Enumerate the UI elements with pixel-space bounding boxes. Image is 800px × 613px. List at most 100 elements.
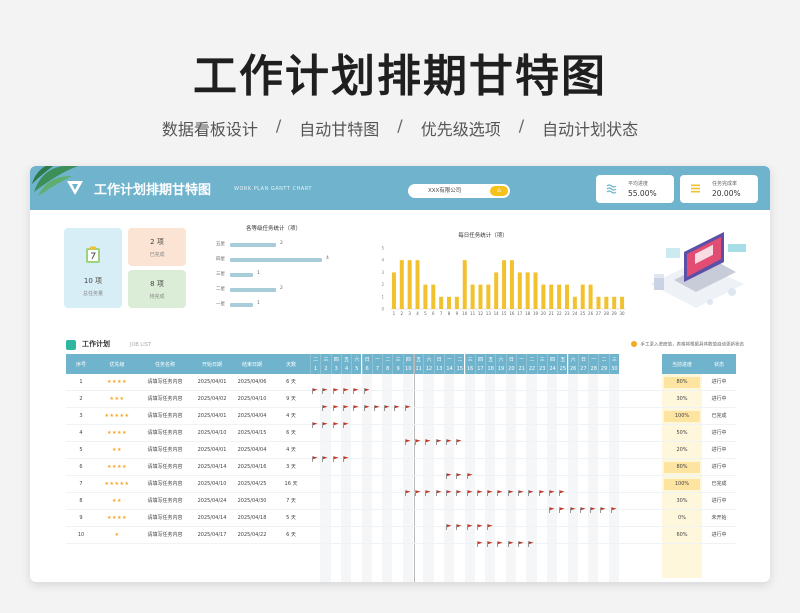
row-status: 进行中: [711, 498, 727, 504]
daily-bar: [517, 272, 522, 309]
row-no: 3: [79, 413, 83, 419]
flag-icon: [425, 430, 431, 445]
row-progress[interactable]: 0%: [664, 513, 700, 524]
daily-bar: [533, 272, 538, 309]
row-days: 6 天: [286, 379, 296, 385]
table-row[interactable]: 6 ★★★★ 请填写任务内容 2025/04/14 2025/04/16 3 天 进行中 80…: [66, 459, 736, 479]
row-end-date: 2025/04/04: [237, 413, 267, 419]
flag-icon: [456, 515, 462, 530]
flag-icon: [446, 464, 452, 479]
table-row[interactable]: 2 ★★★ 请填写任务内容 2025/04/02 2025/04/10 9 天 进行中 30%: [66, 391, 736, 411]
row-priority: ★★★★: [107, 515, 127, 521]
table-row[interactable]: 7 ★★★★★ 请填写任务内容 2025/04/10 2025/04/25 16 天 已完成…: [66, 476, 736, 496]
row-task-name[interactable]: 请填写任务内容: [138, 391, 192, 408]
y-tick-label: 5: [381, 246, 384, 251]
flag-icon: [394, 396, 400, 411]
weekday-header: 二: [598, 354, 609, 364]
row-priority: ★★: [112, 447, 122, 453]
weekday-header: 六: [423, 354, 434, 364]
daily-bar: [494, 272, 499, 309]
row-days: 4 天: [286, 447, 296, 453]
row-priority: ★★★: [109, 396, 125, 402]
row-progress[interactable]: 80%: [664, 377, 700, 388]
priority-category-label: 二星: [216, 287, 225, 292]
daily-bar: [612, 296, 617, 309]
row-progress[interactable]: 100%: [664, 411, 700, 422]
day-header: 28: [588, 364, 599, 374]
weekday-header: 二: [310, 354, 321, 364]
table-row[interactable]: 5 ★★ 请填写任务内容 2025/04/01 2025/04/04 4 天 进行中 20%: [66, 442, 736, 462]
x-tick-label: 8: [448, 311, 451, 316]
weekday-header: 日: [433, 354, 444, 364]
row-end-date: 2025/04/16: [237, 464, 267, 470]
flag-icon: [322, 396, 328, 411]
row-task-name[interactable]: 请填写任务内容: [138, 493, 192, 510]
row-task-name[interactable]: 请填写任务内容: [138, 527, 192, 544]
y-tick-label: 3: [381, 270, 384, 275]
dashboard-subtitle: WORK PLAN GANTT CHART: [234, 186, 312, 192]
flag-icon: [487, 481, 493, 496]
x-tick-label: 28: [604, 311, 610, 316]
row-status: 进行中: [711, 532, 727, 538]
table-row[interactable]: 4 ★★★★ 请填写任务内容 2025/04/10 2025/04/15 6 天 进行中 50…: [66, 425, 736, 445]
row-progress[interactable]: 80%: [664, 462, 700, 473]
feature-item: 自动计划状态: [542, 120, 639, 139]
todo-tasks-tile: 8 项 待完成: [128, 270, 186, 308]
kpi-completion-rate: 任务完成率 20.00%: [680, 175, 758, 203]
clipboard-icon: [86, 246, 100, 263]
row-progress[interactable]: 20%: [664, 445, 700, 456]
row-progress[interactable]: 30%: [664, 496, 700, 507]
row-progress[interactable]: 100%: [664, 479, 700, 490]
day-header: 14: [443, 364, 455, 374]
row-status: 进行中: [711, 447, 727, 453]
weekday-header: 二: [454, 354, 465, 364]
row-progress[interactable]: 30%: [664, 394, 700, 405]
table-row[interactable]: 9 ★★★★ 请填写任务内容 2025/04/14 2025/04/18 5 天 未开始 0%: [66, 510, 736, 530]
flag-icon: [466, 481, 473, 496]
row-task-name[interactable]: 请填写任务内容: [138, 374, 192, 391]
priority-bar-row: 二星 2: [216, 285, 336, 295]
flag-icon: [332, 447, 339, 462]
row-task-name[interactable]: 请填写任务内容: [138, 459, 192, 476]
x-tick-label: 2: [401, 311, 404, 316]
row-task-name[interactable]: 请填写任务内容: [138, 510, 192, 527]
table-row[interactable]: 8 ★★ 请填写任务内容 2025/04/24 2025/04/30 7 天 进行中 30%: [66, 493, 736, 513]
row-no: 7: [79, 481, 83, 487]
flag-icon: [538, 481, 545, 496]
daily-bar: [470, 284, 475, 309]
day-header: 25: [557, 364, 568, 374]
flag-icon: [456, 430, 462, 445]
flag-icon: [312, 379, 318, 394]
x-tick-label: 3: [408, 311, 411, 316]
day-header: 29: [598, 364, 609, 374]
row-progress[interactable]: 50%: [664, 428, 700, 439]
row-end-date: 2025/04/22: [237, 532, 267, 538]
row-task-name[interactable]: 请填写任务内容: [138, 442, 192, 459]
flag-icon: [487, 515, 493, 530]
row-status: 已完成: [711, 413, 727, 419]
flag-icon: [507, 532, 514, 547]
day-header: 27: [577, 364, 589, 374]
dashboard-header: 工作计划排期甘特图 WORK PLAN GANTT CHART XXX有限公司 …: [30, 166, 770, 210]
row-task-name[interactable]: 请填写任务内容: [138, 425, 192, 442]
priority-value-label: 1: [257, 271, 260, 276]
priority-category-label: 五星: [216, 242, 225, 247]
flag-icon: [600, 498, 606, 513]
table-row[interactable]: 10 ★ 请填写任务内容 2025/04/17 2025/04/22 6 天 进行中 60%: [66, 527, 736, 547]
daily-bar: [509, 260, 514, 309]
priority-bar-row: 四星 4: [216, 255, 336, 265]
y-tick-label: 2: [381, 282, 384, 287]
company-selector[interactable]: XXX有限公司 ⌂: [408, 184, 510, 198]
row-task-name[interactable]: 请填写任务内容: [138, 476, 192, 493]
flag-icon: [466, 464, 473, 479]
row-progress[interactable]: 60%: [664, 530, 700, 541]
table-row[interactable]: 3 ★★★★★ 请填写任务内容 2025/04/01 2025/04/04 4 天 已完成 1…: [66, 408, 736, 428]
row-priority: ★★★★: [107, 464, 127, 470]
priority-bar: [230, 303, 253, 307]
flag-icon: [415, 481, 421, 496]
day-header: 5: [351, 364, 362, 374]
table-row[interactable]: 1 ★★★★ 请填写任务内容 2025/04/01 2025/04/06 6 天 进行中 80…: [66, 374, 736, 394]
row-task-name[interactable]: 请填写任务内容: [138, 408, 192, 425]
flag-icon: [332, 379, 339, 394]
x-tick-label: 22: [557, 311, 563, 316]
